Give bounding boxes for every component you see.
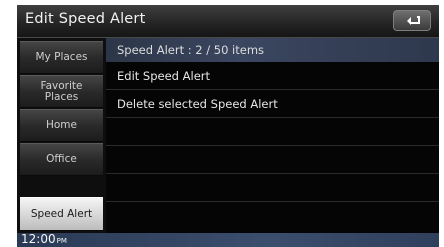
delete-speed-alert-option[interactable]: Delete selected Speed Alert [106, 90, 439, 118]
back-button[interactable] [393, 10, 431, 31]
sidebar-item-label: Speed Alert [30, 207, 93, 220]
list-item-label: Edit Speed Alert [117, 69, 211, 83]
sidebar-item-office[interactable]: Office [20, 143, 103, 176]
list-item-label: Delete selected Speed Alert [117, 97, 278, 111]
empty-list-row [106, 174, 439, 202]
clock-ampm: PM [56, 237, 67, 245]
sidebar: My Places Favorite Places Home Office Sp… [17, 38, 106, 233]
clock: 12:00PM [21, 232, 67, 246]
sidebar-item-favorite-places[interactable]: Favorite Places [20, 75, 103, 108]
sidebar-item-label: Home [45, 119, 77, 131]
empty-list-row [106, 118, 439, 146]
status-bar: 12:00PM [17, 232, 439, 247]
return-arrow-icon [407, 16, 420, 25]
clock-time: 12:00 [21, 232, 56, 246]
empty-list-row [106, 146, 439, 174]
sidebar-item-speed-alert[interactable]: Speed Alert [20, 197, 103, 231]
sidebar-item-label: Office [46, 153, 77, 165]
title-bar: Edit Speed Alert [17, 5, 439, 38]
item-count: Speed Alert : 2 / 50 items [117, 43, 265, 57]
options-list: Speed Alert : 2 / 50 items Edit Speed Al… [106, 38, 439, 233]
empty-list-row [106, 202, 439, 230]
sidebar-item-home[interactable]: Home [20, 109, 103, 142]
navigation-screen: Edit Speed Alert My Places Favorite Plac… [17, 5, 439, 247]
page-title: Edit Speed Alert [25, 11, 146, 27]
edit-speed-alert-option[interactable]: Edit Speed Alert [106, 62, 439, 90]
sidebar-item-label: Favorite Places [40, 79, 83, 103]
sidebar-item-my-places[interactable]: My Places [20, 41, 103, 74]
sidebar-item-label: My Places [35, 51, 88, 63]
list-header: Speed Alert : 2 / 50 items [106, 38, 439, 62]
